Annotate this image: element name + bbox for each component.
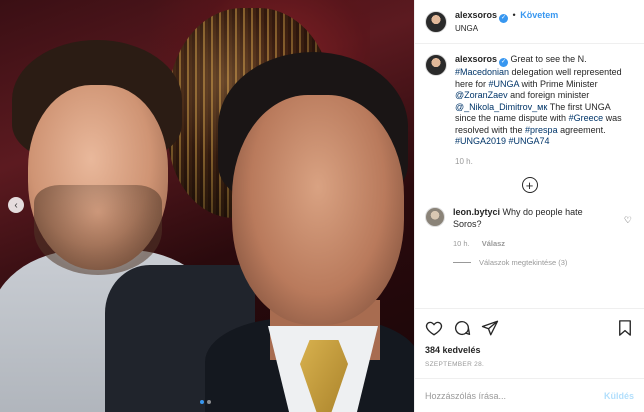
comment-meta: 10 h. Válasz xyxy=(453,239,634,248)
caption-text: Great to see the N. xyxy=(510,54,587,64)
comment-form: Küldés xyxy=(415,378,644,412)
hashtag-link[interactable]: #UNGA2019 xyxy=(455,136,506,146)
divider xyxy=(453,262,471,263)
comment-username[interactable]: leon.bytyci xyxy=(453,207,500,217)
heart-icon[interactable]: ♡ xyxy=(624,215,632,226)
verified-badge-icon: ✓ xyxy=(499,58,509,67)
actions-bar: 384 kedvelés SZEPTEMBER 28. xyxy=(415,308,644,368)
post-header: alexsoros ✓ • Követem UNGA xyxy=(415,0,644,44)
list-item: leon.bytyci Why do people hate Soros? ♡ xyxy=(425,207,634,230)
hashtag-link[interactable]: #prespa xyxy=(525,125,558,135)
mention-link[interactable]: @_Nikola_Dimitrov_мк xyxy=(455,102,547,112)
verified-badge-icon: ✓ xyxy=(499,13,509,23)
load-more-comments-button[interactable]: + xyxy=(521,177,538,193)
hashtag-link[interactable]: #Macedonian xyxy=(455,67,509,77)
hashtag-link[interactable]: #Greece xyxy=(569,113,604,123)
caption-text: agreement. xyxy=(557,124,606,135)
hashtag-link[interactable]: #UNGA xyxy=(489,79,520,89)
share-icon[interactable] xyxy=(481,319,499,337)
action-icons xyxy=(425,317,634,339)
avatar[interactable] xyxy=(425,10,447,33)
caption-username[interactable]: alexsoros xyxy=(455,54,497,64)
instagram-post: ‹ alexsoros✓ • Követem UNGA alexsoros✓ xyxy=(0,0,644,412)
mention-link[interactable]: @ZoranZaev xyxy=(455,90,508,100)
carousel-dot-1 xyxy=(200,400,204,404)
comment-time[interactable]: 10 h. xyxy=(453,239,470,248)
comments-section: alexsoros ✓ Great to see the N. #Macedoni… xyxy=(415,44,644,308)
caption-body: alexsoros ✓ Great to see the N. #Macedoni… xyxy=(455,54,625,167)
carousel-dot-2 xyxy=(207,400,211,404)
view-replies-label: Válaszok megtekintése (3) xyxy=(479,258,568,267)
comment-icon[interactable] xyxy=(453,319,471,337)
carousel-dots xyxy=(200,400,211,404)
post-date[interactable]: SZEPTEMBER 28. xyxy=(425,361,634,368)
bookmark-icon[interactable] xyxy=(616,319,634,337)
post-photo[interactable]: ‹ xyxy=(0,0,414,412)
caption: alexsoros ✓ Great to see the N. #Macedoni… xyxy=(425,54,634,167)
right-person-face xyxy=(232,95,404,325)
post-comment-button[interactable]: Küldés xyxy=(604,391,634,401)
reply-button[interactable]: Válasz xyxy=(482,239,505,248)
caption-text: with Prime Minister xyxy=(519,78,598,89)
post-sidebar: alexsoros ✓ • Követem UNGA alexsoros ✓ Gre… xyxy=(414,0,644,412)
caption-avatar[interactable] xyxy=(425,54,447,76)
comment-body: leon.bytyci Why do people hate Soros? xyxy=(453,207,603,230)
commenter-avatar[interactable] xyxy=(425,207,445,227)
header-separator: • xyxy=(512,9,516,20)
location-link[interactable]: UNGA xyxy=(455,23,558,35)
view-replies-button[interactable]: Válaszok megtekintése (3) xyxy=(453,258,634,267)
heart-icon[interactable] xyxy=(425,319,443,337)
comment-input[interactable] xyxy=(425,390,604,401)
left-person-beard xyxy=(34,185,162,275)
hashtag-link[interactable]: #UNGA74 xyxy=(509,136,550,146)
caption-text: and foreign minister xyxy=(507,90,590,100)
follow-button[interactable]: Követem xyxy=(520,10,558,20)
chevron-left-icon[interactable]: ‹ xyxy=(8,197,24,213)
caption-time[interactable]: 10 h. xyxy=(455,156,625,168)
likes-count[interactable]: 384 kedvelés xyxy=(425,345,634,355)
header-text: alexsoros ✓ • Követem UNGA xyxy=(455,9,558,35)
header-username[interactable]: alexsoros xyxy=(455,10,497,20)
